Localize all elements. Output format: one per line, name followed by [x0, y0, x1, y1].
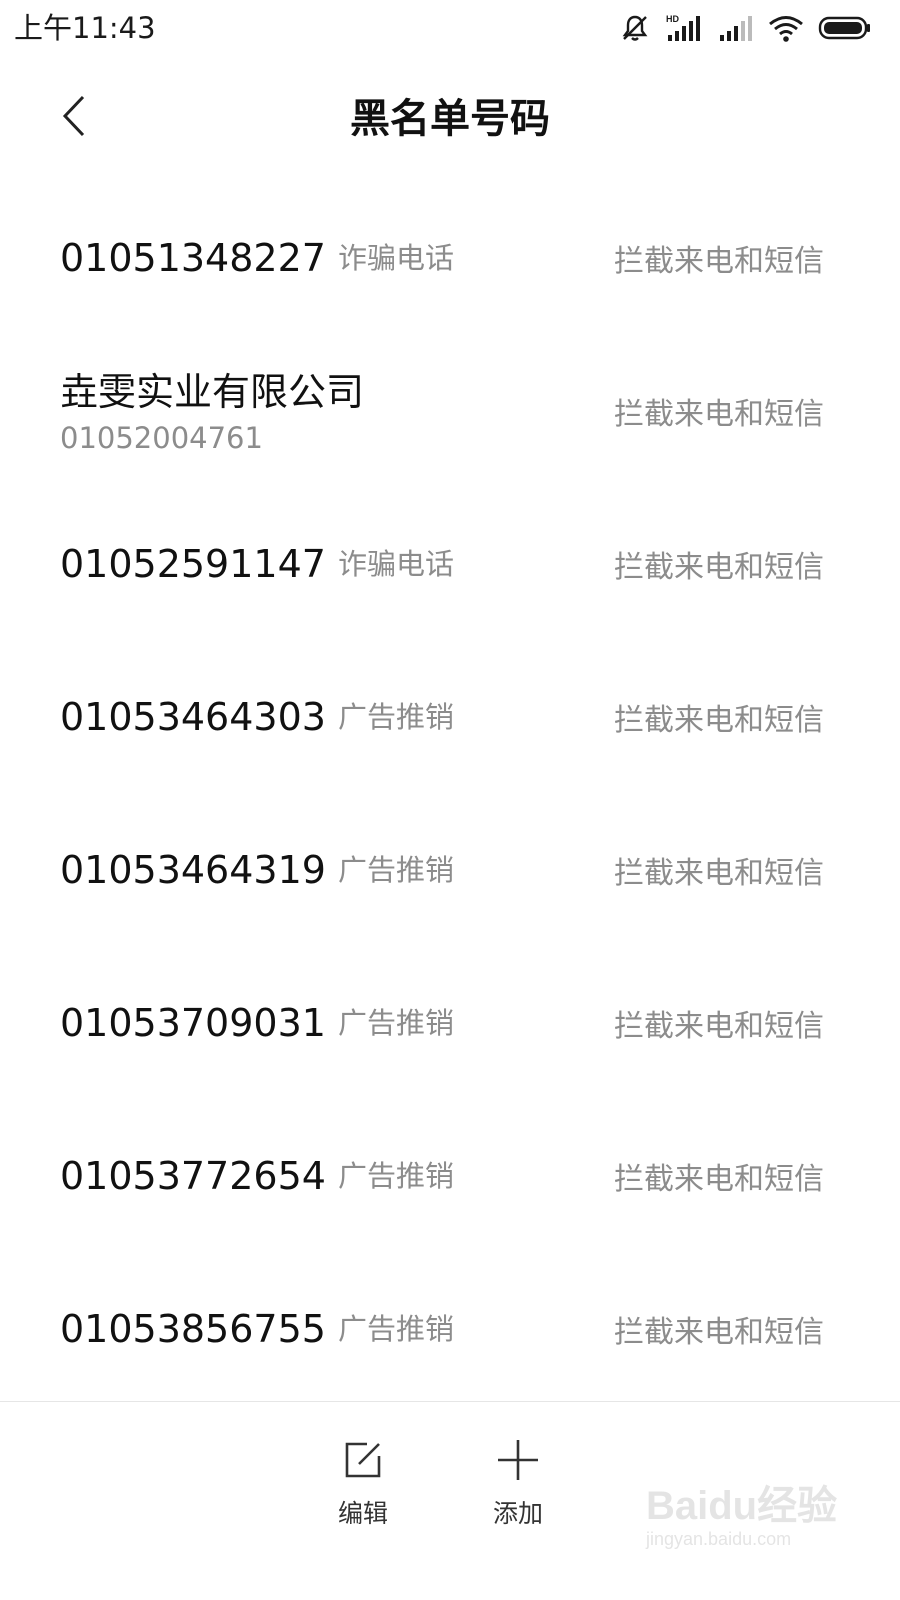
item-tag: 广告推销	[337, 699, 454, 734]
item-tag: 广告推销	[337, 1158, 454, 1193]
item-tag: 广告推销	[337, 852, 454, 887]
page-title: 黑名单号码	[350, 96, 550, 142]
item-main: 01053856755 广告推销	[60, 1252, 454, 1405]
mute-bell-icon	[620, 13, 650, 43]
list-item[interactable]: 01053709031 广告推销 拦截来电和短信	[0, 946, 900, 1099]
list-item[interactable]: 01053464319 广告推销 拦截来电和短信	[0, 793, 900, 946]
item-number: 01053856755	[60, 1306, 326, 1351]
item-main: 01053772654 广告推销	[60, 1099, 454, 1252]
item-number: 01053464303	[60, 694, 326, 739]
add-button[interactable]: 添加	[463, 1438, 573, 1548]
edit-button[interactable]: 编辑	[308, 1438, 418, 1548]
item-action: 拦截来电和短信	[614, 549, 824, 585]
item-action: 拦截来电和短信	[614, 396, 824, 432]
list-item[interactable]: 01052591147 诈骗电话 拦截来电和短信	[0, 487, 900, 640]
add-button-label: 添加	[492, 1499, 543, 1528]
hd-label: HD	[666, 14, 679, 24]
item-tag: 诈骗电话	[337, 546, 454, 581]
item-number: 01052591147	[60, 541, 326, 586]
list-item[interactable]: 垚雯实业有限公司 01052004761 拦截来电和短信	[0, 334, 900, 487]
header: 黑名单号码	[0, 70, 900, 170]
item-main: 垚雯实业有限公司 01052004761	[60, 368, 364, 458]
item-tag: 诈骗电话	[337, 240, 454, 275]
item-main: 01052591147 诈骗电话	[60, 487, 454, 640]
item-main: 01051348227 诈骗电话	[60, 181, 454, 334]
item-action: 拦截来电和短信	[614, 702, 824, 738]
wifi-icon	[768, 13, 804, 43]
list-item[interactable]: 01053464303 广告推销 拦截来电和短信	[0, 640, 900, 793]
item-action: 拦截来电和短信	[614, 1008, 824, 1044]
status-bar: 上午11:43 HD	[0, 0, 900, 58]
list-item[interactable]: 01051348227 诈骗电话 拦截来电和短信	[0, 181, 900, 334]
item-action: 拦截来电和短信	[614, 1314, 824, 1350]
item-number: 01053464319	[60, 847, 326, 892]
watermark-url: jingyan.baidu.com	[646, 1529, 792, 1549]
item-action: 拦截来电和短信	[614, 855, 824, 891]
item-number: 01053709031	[60, 1000, 326, 1045]
item-number: 01051348227	[60, 235, 326, 280]
battery-icon	[818, 13, 872, 43]
item-main: 01053464303 广告推销	[60, 640, 454, 793]
item-number: 01052004761	[60, 421, 263, 455]
edit-button-label: 编辑	[337, 1499, 388, 1528]
signal-icon	[718, 13, 754, 43]
bottom-toolbar: 编辑 添加 Baidu经验 jingyan.baidu.com	[0, 1401, 900, 1600]
item-action: 拦截来电和短信	[614, 243, 824, 279]
status-icons: HD	[620, 12, 872, 44]
item-main: 01053709031 广告推销	[60, 946, 454, 1099]
item-main: 01053464319 广告推销	[60, 793, 454, 946]
watermark-brand: Baidu经验	[646, 1484, 838, 1528]
blacklist: 01051348227 诈骗电话 拦截来电和短信 垚雯实业有限公司 010520…	[0, 181, 900, 1405]
status-time: 上午11:43	[14, 11, 156, 45]
baidu-watermark: Baidu经验 jingyan.baidu.com	[646, 1473, 846, 1569]
list-item[interactable]: 01053772654 广告推销 拦截来电和短信	[0, 1099, 900, 1252]
list-item[interactable]: 01053856755 广告推销 拦截来电和短信	[0, 1252, 900, 1405]
edit-icon[interactable]	[341, 1438, 385, 1486]
item-tag: 广告推销	[337, 1311, 454, 1346]
item-number: 01053772654	[60, 1153, 326, 1198]
item-tag: 广告推销	[337, 1005, 454, 1040]
item-name: 垚雯实业有限公司	[60, 370, 365, 414]
hd-signal-icon: HD	[664, 13, 704, 43]
item-action: 拦截来电和短信	[614, 1161, 824, 1197]
plus-icon[interactable]	[496, 1438, 540, 1486]
